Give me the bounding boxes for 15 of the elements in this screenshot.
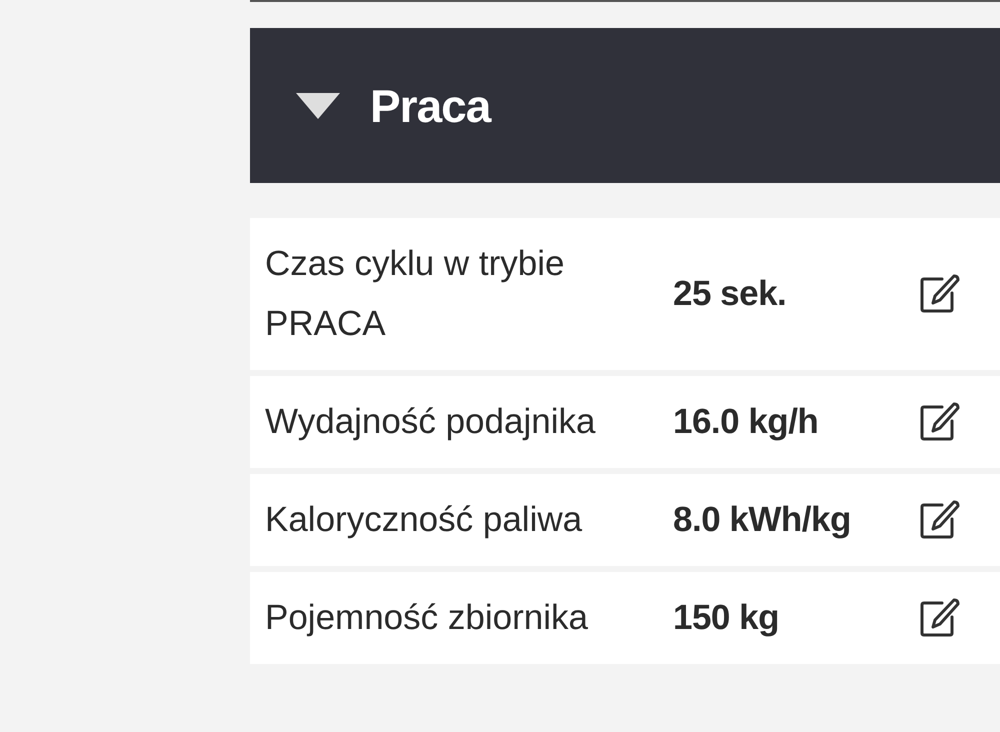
section-header[interactable]: Praca: [250, 28, 1000, 183]
caret-icon: [296, 92, 340, 118]
setting-value: 16.0 kg/h: [672, 402, 820, 442]
setting-value: 25 sek.: [672, 274, 788, 314]
setting-label: Czas cyklu w trybie PRACA: [265, 243, 566, 345]
section-title: Praca: [370, 78, 490, 132]
edit-icon[interactable]: [918, 499, 960, 541]
edit-icon[interactable]: [918, 597, 960, 639]
setting-value: 150 kg: [672, 598, 780, 638]
setting-label: Pojemność zbiornika: [265, 597, 589, 639]
setting-value: 8.0 kWh/kg: [672, 500, 852, 540]
setting-label: Kaloryczność paliwa: [265, 499, 584, 541]
edit-icon[interactable]: [918, 273, 960, 315]
setting-label: Wydajność podajnika: [265, 401, 596, 443]
edit-icon[interactable]: [918, 401, 960, 443]
